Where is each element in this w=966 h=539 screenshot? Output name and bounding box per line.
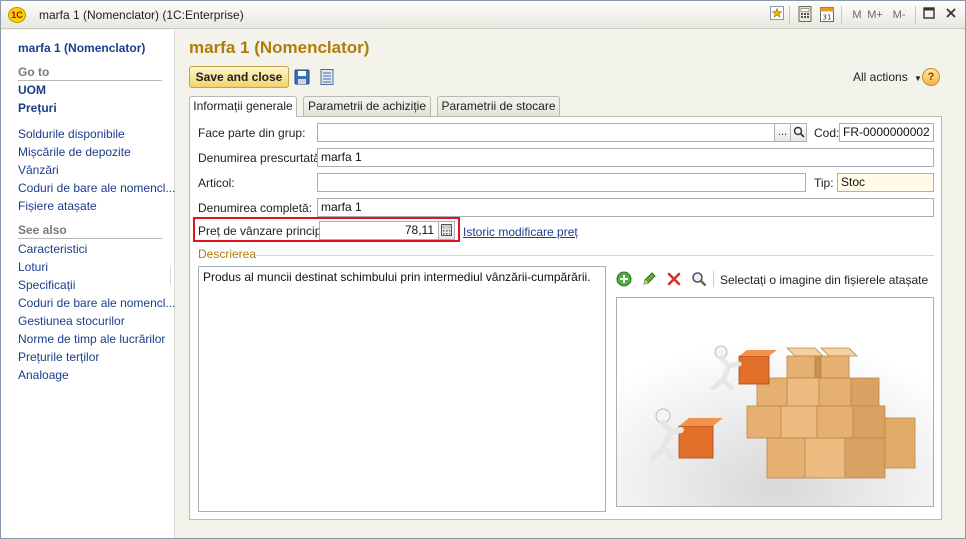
- memory-subtract-button[interactable]: M-: [891, 6, 907, 24]
- nav-title[interactable]: marfa 1 (Nomenclator): [18, 41, 145, 55]
- type-field[interactable]: Stoc: [837, 173, 934, 192]
- code-field[interactable]: FR-0000000002: [839, 123, 934, 142]
- help-button[interactable]: ?: [922, 68, 940, 86]
- edit-icon[interactable]: [641, 271, 657, 287]
- splitter-handle[interactable]: ⁝ ⁝ ⁝: [169, 267, 173, 292]
- save-and-close-button[interactable]: Save and close: [189, 66, 289, 88]
- calendar-icon[interactable]: 31: [819, 6, 835, 24]
- nav-item-preturi[interactable]: Prețuri: [18, 101, 57, 115]
- tab-panel-general: Face parte din grup: ... Cod: FR-0000000…: [189, 116, 942, 520]
- favorite-icon[interactable]: [769, 6, 785, 24]
- calculator-icon[interactable]: [438, 221, 455, 240]
- goto-section-title: Go to: [18, 65, 162, 81]
- page-title: marfa 1 (Nomenclator): [189, 38, 370, 57]
- article-label: Articol:: [198, 176, 235, 190]
- calculator-icon[interactable]: [797, 6, 813, 24]
- seealso-gestiunea[interactable]: Gestiunea stocurilor: [18, 314, 125, 328]
- nav-item-uom[interactable]: UOM: [18, 83, 46, 97]
- group-label: Face parte din grup:: [198, 126, 306, 140]
- group-field[interactable]: [317, 123, 775, 142]
- short-name-label: Denumirea prescurtată :: [198, 151, 327, 165]
- code-label: Cod:: [814, 126, 840, 140]
- all-actions-menu[interactable]: All actions ▼: [853, 70, 922, 84]
- memory-add-button[interactable]: M+: [867, 6, 883, 24]
- boxes-illustration: [617, 298, 933, 506]
- description-group-title: Descrierea: [198, 247, 257, 261]
- full-name-label: Denumirea completă:: [198, 201, 313, 215]
- search-icon[interactable]: [790, 123, 807, 142]
- price-field[interactable]: 78,11: [319, 221, 439, 240]
- add-icon[interactable]: [616, 271, 632, 287]
- search-icon[interactable]: [691, 271, 707, 287]
- full-name-field[interactable]: marfa 1: [317, 198, 934, 217]
- seealso-section-title: See also: [18, 223, 162, 239]
- seealso-caracteristici[interactable]: Caracteristici: [18, 242, 87, 256]
- application-window: 1C marfa 1 (Nomenclator) (1C:Enterprise)…: [0, 0, 966, 539]
- restore-icon[interactable]: [921, 6, 937, 24]
- price-history-link[interactable]: Istoric modificare preț: [463, 225, 578, 239]
- description-divider: [256, 255, 934, 256]
- nav-link-fisiere[interactable]: Fișiere atașate: [18, 199, 97, 213]
- seealso-norme[interactable]: Norme de timp ale lucrărilor: [18, 332, 165, 346]
- image-select-hint[interactable]: Selectați o imagine din fișierele atașat…: [720, 273, 928, 287]
- description-textarea[interactable]: Produs al muncii destinat schimbului pri…: [198, 266, 606, 512]
- type-label: Tip:: [814, 176, 834, 190]
- nav-link-vanzari[interactable]: Vânzări: [18, 163, 59, 177]
- seealso-coduri-bare[interactable]: Coduri de bare ale nomencl...: [18, 296, 175, 310]
- nav-link-miscari[interactable]: Mișcările de depozite: [18, 145, 131, 159]
- delete-icon[interactable]: [666, 271, 682, 287]
- svg-text:31: 31: [823, 14, 832, 22]
- item-image[interactable]: [616, 297, 934, 507]
- save-icon[interactable]: [294, 69, 310, 85]
- seealso-preturi-terti[interactable]: Prețurile terților: [18, 350, 99, 364]
- short-name-field[interactable]: marfa 1: [317, 148, 934, 167]
- tab-informatii-generale[interactable]: Informații generale: [189, 96, 297, 117]
- price-label: Preț de vânzare principal:: [198, 224, 335, 238]
- group-browse-button[interactable]: ...: [774, 123, 791, 142]
- all-actions-label: All actions: [853, 70, 908, 84]
- tab-parametrii-achizitie[interactable]: Parametrii de achiziție: [303, 96, 431, 116]
- app-logo-icon: 1C: [8, 7, 26, 23]
- document-list-icon[interactable]: [320, 69, 336, 85]
- nav-link-coduri-bare[interactable]: Coduri de bare ale nomencl...: [18, 181, 175, 195]
- seealso-analoage[interactable]: Analoage: [18, 368, 69, 382]
- seealso-specificatii[interactable]: Specificații: [18, 278, 75, 292]
- article-field[interactable]: [317, 173, 806, 192]
- nav-link-solduri[interactable]: Soldurile disponibile: [18, 127, 125, 141]
- close-icon[interactable]: [943, 6, 959, 24]
- navigation-panel: marfa 1 (Nomenclator) Go to UOM Prețuri …: [1, 30, 175, 538]
- tab-parametrii-stocare[interactable]: Parametrii de stocare: [437, 96, 560, 116]
- memory-button[interactable]: M: [849, 6, 865, 24]
- seealso-loturi[interactable]: Loturi: [18, 260, 48, 274]
- title-bar: 1C marfa 1 (Nomenclator) (1C:Enterprise)…: [1, 1, 965, 29]
- main-area: marfa 1 (Nomenclator) Save and close All…: [176, 30, 965, 538]
- chevron-down-icon: ▼: [914, 74, 922, 83]
- toolbar-separator: [713, 271, 714, 287]
- window-title: marfa 1 (Nomenclator) (1C:Enterprise): [39, 8, 244, 22]
